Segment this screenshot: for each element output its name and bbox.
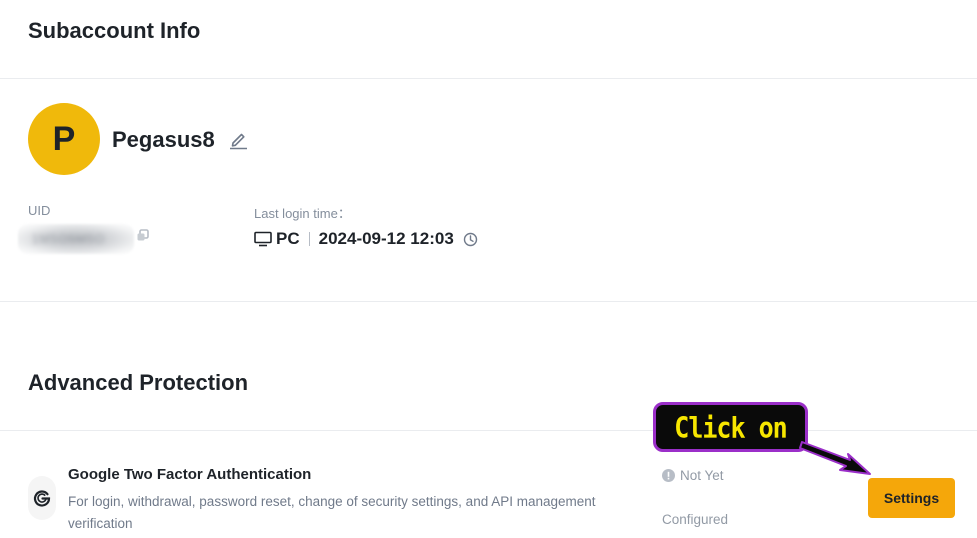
google-2fa-title: Google Two Factor Authentication <box>68 466 312 483</box>
google-icon <box>33 490 51 507</box>
divider <box>0 78 977 79</box>
arrow-icon <box>799 441 871 475</box>
last-login-label: Last login time： <box>254 206 351 221</box>
subaccount-info-title: Subaccount Info <box>28 18 201 43</box>
separator <box>308 232 310 246</box>
copy-icon[interactable] <box>136 229 150 243</box>
google-2fa-description: For login, withdrawal, password reset, c… <box>68 494 596 531</box>
google-2fa-status-sub: Configured <box>662 512 729 527</box>
divider <box>0 430 977 431</box>
avatar: P <box>28 103 100 175</box>
monitor-icon <box>254 231 272 247</box>
uid-label: UID <box>28 203 51 218</box>
last-login-info: PC 2024-09-12 12:03 <box>254 228 478 250</box>
uid-value: 1M5O5M5O <box>18 224 134 254</box>
click-on-callout: Click on <box>653 402 808 452</box>
pencil-icon[interactable] <box>227 128 249 150</box>
settings-button[interactable]: Settings <box>868 478 955 518</box>
advanced-protection-title: Advanced Protection <box>28 370 249 395</box>
google-2fa-status: Not Yet <box>662 468 724 483</box>
divider <box>0 301 977 302</box>
clock-icon[interactable] <box>463 232 478 247</box>
username: Pegasus8 <box>112 127 215 152</box>
last-login-device: PC <box>276 229 300 248</box>
exclamation-icon <box>662 469 675 482</box>
last-login-time: 2024-09-12 12:03 <box>318 229 454 248</box>
google-auth-icon-wrapper <box>28 476 56 520</box>
